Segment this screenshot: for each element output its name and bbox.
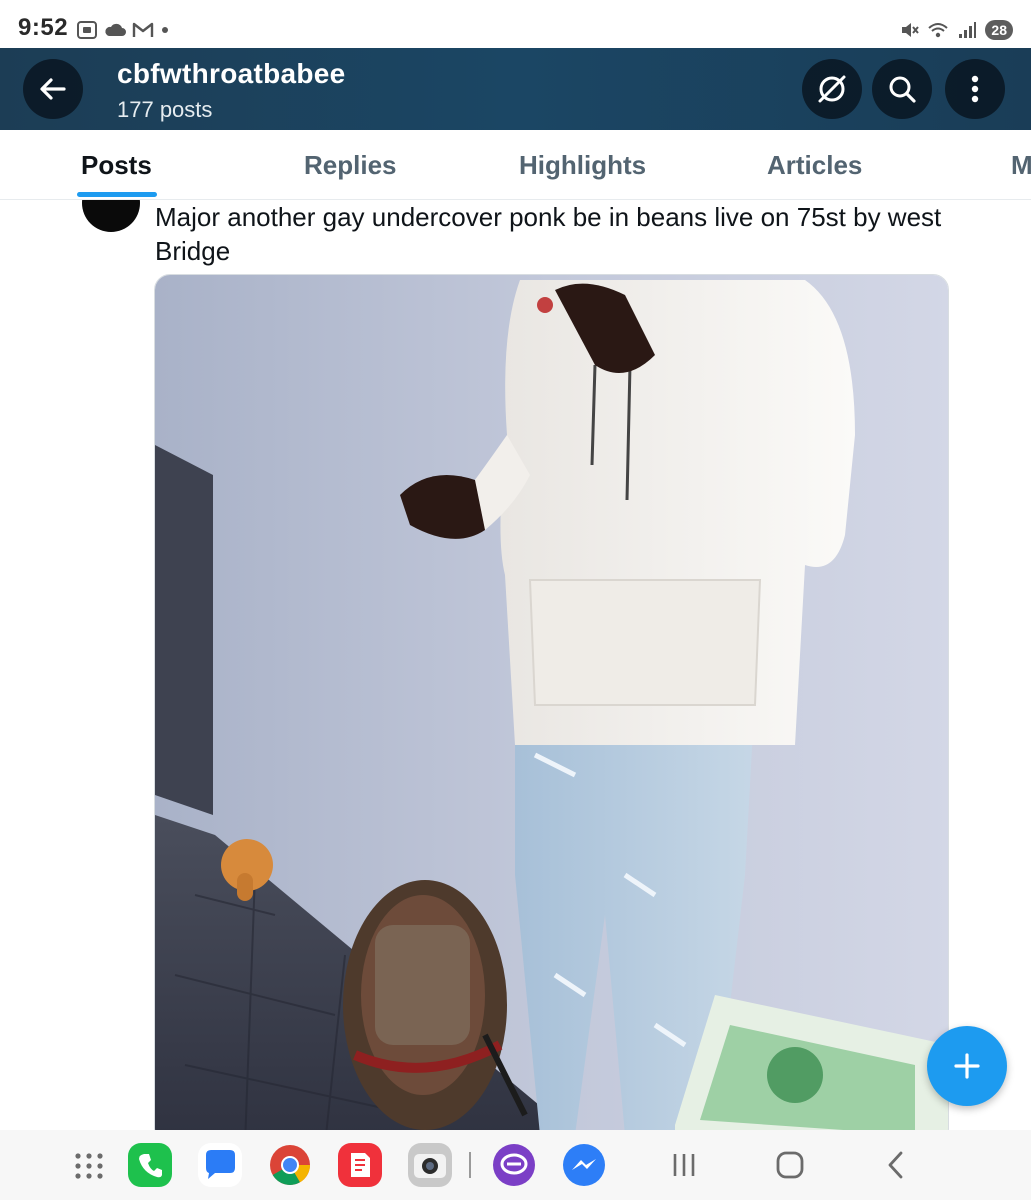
dot-icon <box>162 27 168 33</box>
app-drawer-button[interactable] <box>66 1142 112 1188</box>
status-bar: 9:52 28 <box>0 0 1031 48</box>
notes-icon <box>338 1143 382 1187</box>
tab-posts[interactable]: Posts <box>81 150 152 181</box>
screenshot-icon <box>77 21 97 39</box>
signal-icon <box>959 22 977 38</box>
post-count: 177 posts <box>117 97 213 122</box>
messages-icon <box>198 1143 242 1187</box>
more-vertical-icon <box>971 75 979 103</box>
search-icon <box>889 76 916 103</box>
back-nav-button[interactable] <box>873 1142 919 1188</box>
system-status-icons: 28 <box>899 14 1013 46</box>
messenger-icon <box>563 1144 605 1186</box>
post-image[interactable] <box>154 274 949 1130</box>
system-navigation-bar <box>0 1130 1031 1200</box>
tab-articles[interactable]: Articles <box>767 150 862 181</box>
tab-highlights[interactable]: Highlights <box>519 150 646 181</box>
gmail-icon <box>132 22 154 37</box>
recents-button[interactable] <box>661 1142 707 1188</box>
back-icon <box>888 1151 903 1179</box>
messenger-app[interactable] <box>561 1142 607 1188</box>
app-drawer-icon <box>75 1153 103 1179</box>
chat-icon <box>493 1144 535 1186</box>
status-time: 9:52 <box>18 14 69 41</box>
phone-icon <box>128 1143 172 1187</box>
plus-icon <box>954 1053 980 1079</box>
tab-replies[interactable]: Replies <box>304 150 397 181</box>
notification-icons <box>76 18 170 42</box>
post-photo <box>155 275 948 1130</box>
dock-divider <box>467 1142 473 1188</box>
back-button[interactable] <box>23 59 83 119</box>
profile-tabs: Posts Replies Highlights Articles M <box>0 130 1031 200</box>
battery-indicator: 28 <box>985 20 1013 40</box>
search-button[interactable] <box>872 59 932 119</box>
mute-icon <box>902 23 920 37</box>
compose-button[interactable] <box>927 1026 1007 1106</box>
profile-username: cbfwthroatbabee <box>117 58 346 89</box>
grok-button[interactable] <box>802 59 862 119</box>
home-icon <box>776 1151 804 1179</box>
active-tab-indicator <box>77 192 157 197</box>
arrow-left-icon <box>40 78 66 100</box>
camera-app[interactable] <box>407 1142 453 1188</box>
post-feed: Major another gay undercover ponk be in … <box>0 200 1031 1130</box>
notes-app[interactable] <box>337 1142 383 1188</box>
avatar[interactable] <box>82 200 140 232</box>
cloud-icon <box>105 23 126 36</box>
chrome-icon <box>270 1145 310 1185</box>
more-options-button[interactable] <box>945 59 1005 119</box>
phone-app[interactable] <box>127 1142 173 1188</box>
home-button[interactable] <box>767 1142 813 1188</box>
chat-app[interactable] <box>491 1142 537 1188</box>
post-text: Major another gay undercover ponk be in … <box>155 202 942 266</box>
camera-icon <box>408 1143 452 1187</box>
chrome-app[interactable] <box>267 1142 313 1188</box>
messages-app[interactable] <box>197 1142 243 1188</box>
tab-media[interactable]: M <box>1011 150 1031 181</box>
profile-header: cbfwthroatbabee 177 posts <box>0 48 1031 130</box>
wifi-icon <box>928 23 949 38</box>
recents-icon <box>673 1154 695 1176</box>
grok-icon <box>818 75 846 103</box>
